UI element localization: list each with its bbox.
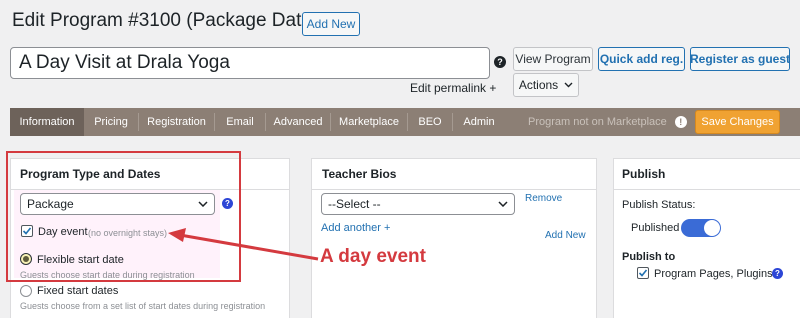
annotation-label: A day event (320, 246, 426, 267)
annotation-arrow-icon (168, 228, 319, 261)
